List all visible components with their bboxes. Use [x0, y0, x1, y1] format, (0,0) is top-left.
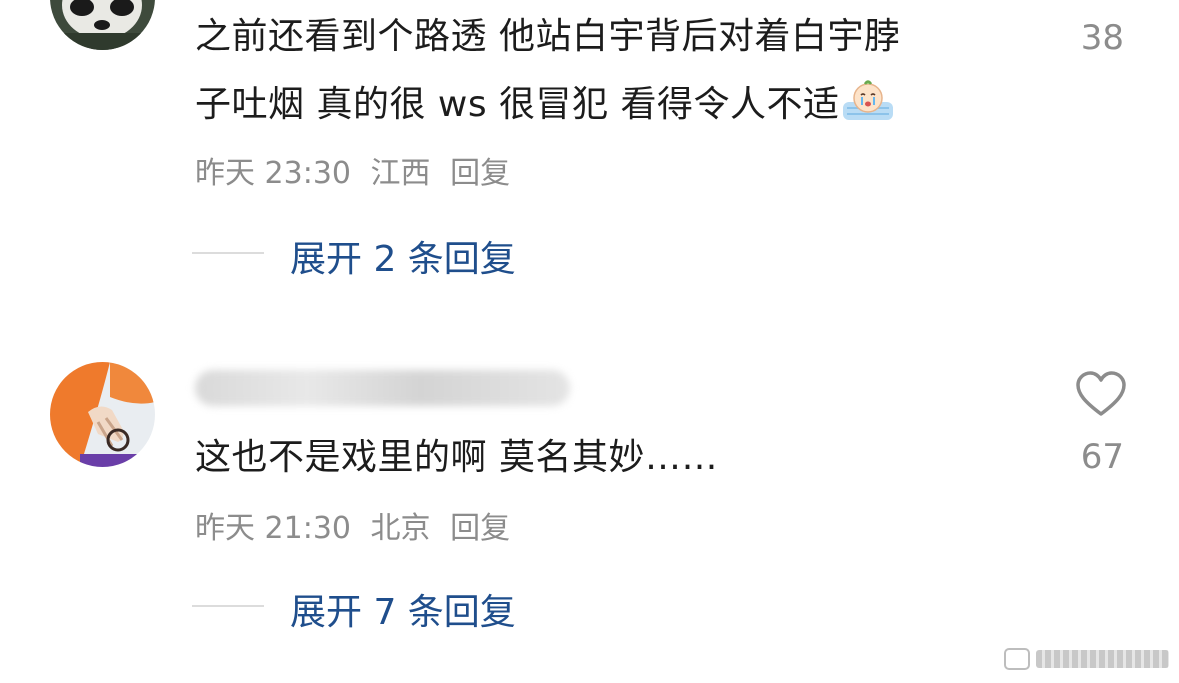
like-count[interactable]: 67 — [1081, 437, 1124, 477]
expand-replies-button[interactable]: 展开 2 条回复 — [290, 230, 516, 282]
watermark — [1004, 645, 1169, 673]
crying-emoji-icon — [841, 77, 895, 145]
comment-text-line2-content: 子吐烟 真的很 ws 很冒犯 看得令人不适 — [195, 84, 840, 125]
comment-text: 之前还看到个路透 他站白宇背后对着白宇脖 子吐烟 真的很 ws 很冒犯 看得令人… — [195, 3, 900, 145]
username-blurred — [195, 370, 570, 406]
comment-location: 江西 — [370, 156, 431, 191]
comment-time: 昨天 21:30 — [195, 511, 351, 546]
comment-text-line1: 之前还看到个路透 他站白宇背后对着白宇脖 — [195, 16, 901, 57]
watermark-text-blurred — [1036, 650, 1169, 668]
comments-page: { "comments": [ { "text_line1": "之前还看到个路… — [0, 0, 1179, 683]
avatar-hands[interactable] — [50, 362, 155, 467]
comment-time: 昨天 23:30 — [195, 156, 351, 191]
comment-text: 这也不是戏里的啊 莫名其妙…… — [195, 437, 718, 478]
comment-location: 北京 — [370, 511, 431, 546]
like-heart-icon[interactable] — [1075, 370, 1127, 418]
expand-replies-button[interactable]: 展开 7 条回复 — [290, 583, 516, 635]
avatar-panda[interactable] — [50, 0, 155, 50]
reply-button[interactable]: 回复 — [450, 511, 510, 546]
comment-meta: 昨天 21:30 北京 回复 — [195, 503, 520, 547]
expand-divider — [192, 605, 264, 607]
comment-meta: 昨天 23:30 江西 回复 — [195, 148, 520, 192]
expand-divider — [192, 252, 264, 254]
like-count[interactable]: 38 — [1081, 18, 1124, 58]
watermark-logo-icon — [1004, 648, 1030, 670]
reply-button[interactable]: 回复 — [450, 156, 510, 191]
comment-text-line2: 子吐烟 真的很 ws 很冒犯 看得令人不适 — [195, 71, 900, 145]
